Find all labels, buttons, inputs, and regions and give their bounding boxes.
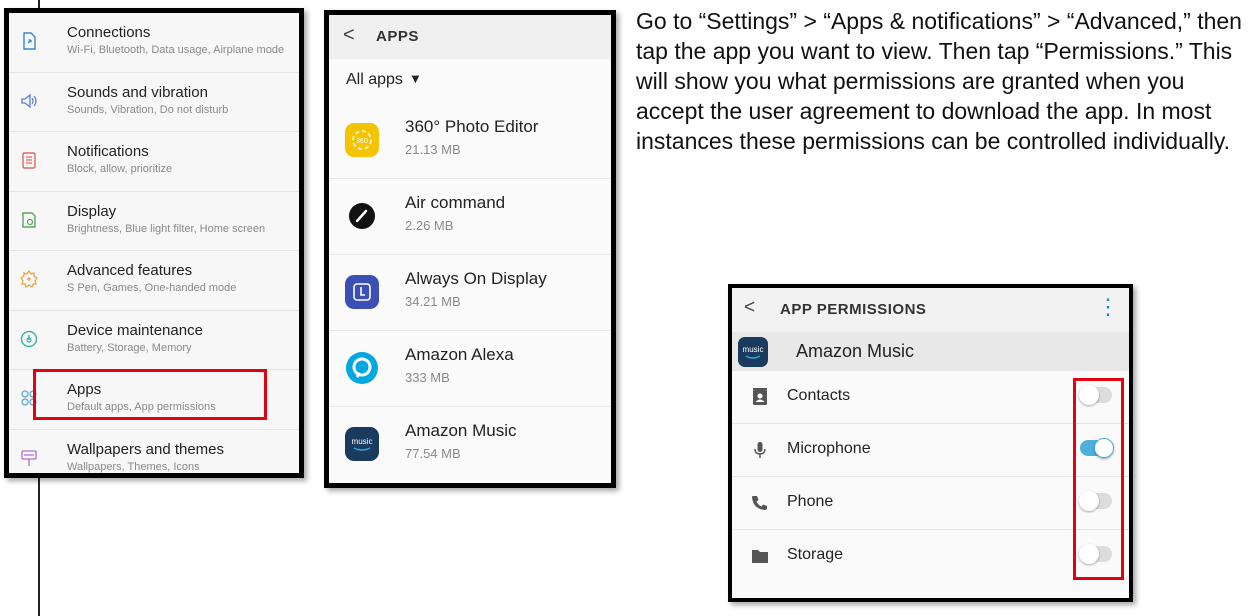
app-name: Amazon Alexa <box>405 345 514 364</box>
settings-item-subtitle: Wallpapers, Themes, Icons <box>67 460 200 473</box>
permission-row-storage[interactable]: Storage <box>732 530 1129 583</box>
back-arrow-icon[interactable]: < <box>343 24 355 47</box>
permission-name: Phone <box>787 493 834 510</box>
connections-icon <box>23 32 36 50</box>
app-name: 360° Photo Editor <box>405 117 539 136</box>
app-row-360-photo-editor[interactable]: 360 360° Photo Editor 21.13 MB <box>329 103 611 179</box>
toggles-highlight-box <box>1073 378 1124 580</box>
settings-item-sounds[interactable]: Sounds and vibration Sounds, Vibration, … <box>9 73 299 132</box>
settings-item-wallpapers[interactable]: Wallpapers and themes Wallpapers, Themes… <box>9 430 299 474</box>
settings-item-device-maintenance[interactable]: Device maintenance Battery, Storage, Mem… <box>9 311 299 370</box>
permission-row-contacts[interactable]: Contacts <box>732 371 1129 424</box>
settings-item-title: Wallpapers and themes <box>67 440 225 458</box>
air-command-icon <box>349 203 375 229</box>
settings-item-display[interactable]: Display Brightness, Blue light filter, H… <box>9 192 299 251</box>
advanced-features-icon <box>20 269 38 288</box>
always-on-display-icon <box>345 275 379 309</box>
microphone-icon <box>754 442 766 458</box>
apps-header: < APPS <box>329 15 611 59</box>
app-name: Air command <box>405 193 506 212</box>
settings-item-notifications[interactable]: Notifications Block, allow, prioritize <box>9 132 299 192</box>
settings-item-subtitle: Block, allow, prioritize <box>67 163 173 175</box>
settings-item-title: Advanced features <box>67 262 193 279</box>
apps-screenshot: < APPS All apps ▼ 360 360° Photo Editor … <box>324 10 616 488</box>
app-size: 2.26 MB <box>405 218 454 233</box>
permission-name: Microphone <box>787 440 871 457</box>
permission-row-microphone[interactable]: Microphone <box>732 424 1129 477</box>
permission-row-phone[interactable]: Phone <box>732 477 1129 530</box>
back-arrow-icon[interactable]: < <box>744 297 755 319</box>
filter-label: All apps <box>346 71 403 88</box>
app-size: 34.21 MB <box>405 294 461 309</box>
settings-item-connections[interactable]: Connections Wi-Fi, Bluetooth, Data usage… <box>9 13 299 73</box>
permission-name: Contacts <box>787 387 851 404</box>
svg-text:music: music <box>352 437 373 446</box>
permissions-title: APP PERMISSIONS <box>780 301 927 318</box>
wallpapers-icon <box>21 449 37 466</box>
svg-text:music: music <box>743 345 764 354</box>
apps-title: APPS <box>376 28 419 45</box>
phone-icon <box>752 496 767 510</box>
amazon-music-icon: music <box>738 337 768 367</box>
alexa-icon <box>346 352 378 384</box>
permissions-app-name: Amazon Music <box>796 341 915 361</box>
app-name: Always On Display <box>405 269 547 288</box>
settings-item-title: Notifications <box>67 143 149 160</box>
settings-item-subtitle: Brightness, Blue light filter, Home scre… <box>67 222 266 235</box>
app-row-amazon-alexa[interactable]: Amazon Alexa 333 MB <box>329 331 611 407</box>
apps-highlight-box <box>33 369 267 420</box>
notifications-icon <box>22 152 36 169</box>
app-row-air-command[interactable]: Air command 2.26 MB <box>329 179 611 255</box>
settings-item-subtitle: Wi-Fi, Bluetooth, Data usage, Airplane m… <box>67 44 285 56</box>
more-options-icon[interactable]: ⋮ <box>1097 296 1119 318</box>
app-name: Amazon Music <box>405 421 517 440</box>
contacts-icon <box>753 388 767 405</box>
instruction-text: Go to “Settings” > “Apps & notifications… <box>636 8 1242 154</box>
permissions-header: < APP PERMISSIONS ⋮ <box>732 288 1129 332</box>
settings-item-subtitle: S Pen, Games, One-handed mode <box>67 282 237 294</box>
sound-icon <box>21 93 37 108</box>
settings-item-title: Sounds and vibration <box>67 83 208 101</box>
settings-item-title: Connections <box>67 24 151 41</box>
app-size: 333 MB <box>405 370 450 385</box>
permission-name: Storage <box>787 546 844 563</box>
settings-item-subtitle: Sounds, Vibration, Do not disturb <box>67 103 229 116</box>
amazon-music-icon: music <box>345 427 379 461</box>
settings-item-subtitle: Battery, Storage, Memory <box>67 341 192 354</box>
svg-text:360: 360 <box>356 138 368 145</box>
settings-item-title: Display <box>67 202 117 220</box>
dropdown-caret-icon: ▼ <box>409 71 422 86</box>
permissions-app-header: music Amazon Music <box>732 332 1129 371</box>
settings-item-advanced-features[interactable]: Advanced features S Pen, Games, One-hand… <box>9 251 299 311</box>
display-icon <box>22 211 36 228</box>
apps-filter-dropdown[interactable]: All apps ▼ <box>329 59 611 103</box>
app-size: 21.13 MB <box>405 142 461 157</box>
folder-icon <box>752 550 768 563</box>
app-row-amazon-music[interactable]: music Amazon Music 77.54 MB <box>329 407 611 483</box>
device-maintenance-icon <box>20 330 38 347</box>
app-row-always-on-display[interactable]: Always On Display 34.21 MB <box>329 255 611 331</box>
settings-item-title: Device maintenance <box>67 321 203 339</box>
app-size: 77.54 MB <box>405 446 461 461</box>
photo-editor-icon: 360 <box>345 123 379 157</box>
